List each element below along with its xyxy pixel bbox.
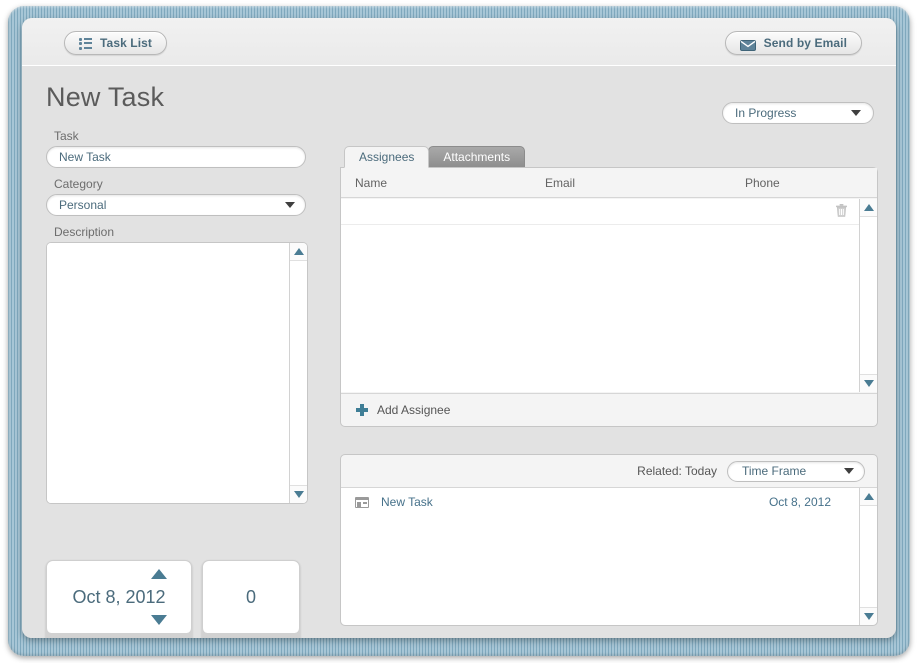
card-icon — [355, 497, 369, 508]
chevron-down-icon — [285, 202, 295, 208]
date-decrement-arrow-icon[interactable] — [151, 615, 167, 625]
time-frame-dropdown[interactable]: Time Frame — [727, 461, 865, 482]
column-header-name: Name — [355, 176, 545, 190]
due-date-footer-label: Due Today — [46, 633, 192, 638]
send-by-email-label: Send by Email — [764, 36, 847, 50]
related-header: Related: Today Time Frame — [341, 455, 877, 487]
scroll-down-arrow-icon[interactable] — [294, 491, 304, 498]
scrollbar-track[interactable] — [290, 260, 307, 486]
page-body: New Task In Progress Task New Task Categ… — [22, 66, 896, 638]
column-header-email: Email — [545, 176, 745, 190]
tab-assignees[interactable]: Assignees — [344, 146, 429, 168]
category-value: Personal — [59, 198, 285, 212]
scroll-up-arrow-icon[interactable] — [864, 204, 874, 211]
description-input[interactable] — [47, 243, 289, 503]
status-dropdown[interactable]: In Progress — [722, 102, 874, 124]
scrollbar-track[interactable] — [860, 505, 877, 608]
tab-bar: Assignees Attachments — [344, 146, 878, 168]
list-icon — [79, 38, 92, 49]
assignees-scrollbar[interactable] — [859, 199, 877, 392]
related-list: New Task Oct 8, 2012 — [341, 487, 877, 625]
due-date-value[interactable]: Oct 8, 2012 — [72, 587, 165, 608]
description-scrollbar[interactable] — [289, 243, 307, 503]
category-dropdown[interactable]: Personal — [46, 194, 306, 216]
list-item[interactable]: New Task Oct 8, 2012 — [341, 488, 877, 516]
page-title: New Task — [46, 82, 164, 113]
scroll-up-arrow-icon[interactable] — [294, 248, 304, 255]
related-panel: Related: Today Time Frame New Task Oct 8… — [340, 454, 878, 626]
assignees-table-header: Name Email Phone — [341, 168, 877, 198]
task-input[interactable]: New Task — [46, 146, 306, 168]
scrollbar-track[interactable] — [860, 216, 877, 375]
task-label: Task — [54, 129, 328, 143]
due-date-card: Oct 8, 2012 Due Today — [46, 560, 192, 638]
plus-icon — [356, 404, 368, 416]
days-till-due-face: 0 — [202, 560, 300, 633]
due-date-cards: Oct 8, 2012 Due Today 0 Days Till Due — [46, 560, 300, 638]
related-label: Related: Today — [637, 464, 717, 478]
time-frame-value: Time Frame — [742, 464, 844, 478]
envelope-icon — [740, 38, 756, 49]
chevron-down-icon — [844, 468, 854, 474]
days-till-due-card: 0 Days Till Due — [202, 560, 300, 638]
assignees-panel: Name Email Phone — [340, 167, 878, 427]
table-row[interactable] — [341, 199, 877, 225]
date-increment-arrow-icon[interactable] — [151, 569, 167, 579]
scroll-up-arrow-icon[interactable] — [864, 493, 874, 500]
detail-column: Assignees Attachments Name Email Phone — [340, 146, 878, 626]
assignees-table-body — [341, 199, 877, 392]
column-header-phone: Phone — [745, 176, 877, 190]
description-textarea-wrapper — [46, 242, 308, 504]
days-till-due-value: 0 — [246, 587, 256, 608]
category-label: Category — [54, 177, 328, 191]
tab-attachments[interactable]: Attachments — [428, 146, 525, 168]
related-scrollbar[interactable] — [859, 488, 877, 625]
due-date-face: Oct 8, 2012 — [46, 560, 192, 633]
task-list-label: Task List — [100, 36, 152, 50]
task-list-button[interactable]: Task List — [64, 31, 167, 55]
send-by-email-button[interactable]: Send by Email — [725, 31, 862, 55]
app-window: Task List Send by Email New Task In Prog… — [22, 18, 896, 638]
trash-icon[interactable] — [836, 204, 847, 217]
scroll-down-arrow-icon[interactable] — [864, 613, 874, 620]
form-column: Task New Task Category Personal Descript… — [46, 129, 328, 504]
chevron-down-icon — [851, 110, 861, 116]
add-assignee-button[interactable]: Add Assignee — [341, 393, 877, 426]
scroll-down-arrow-icon[interactable] — [864, 380, 874, 387]
description-label: Description — [54, 225, 328, 239]
related-item-title: New Task — [381, 495, 769, 509]
status-value: In Progress — [735, 106, 851, 120]
toolbar: Task List Send by Email — [22, 18, 896, 66]
add-assignee-label: Add Assignee — [377, 403, 450, 417]
days-till-due-footer-label: Days Till Due — [202, 633, 300, 638]
related-item-date: Oct 8, 2012 — [769, 495, 831, 509]
